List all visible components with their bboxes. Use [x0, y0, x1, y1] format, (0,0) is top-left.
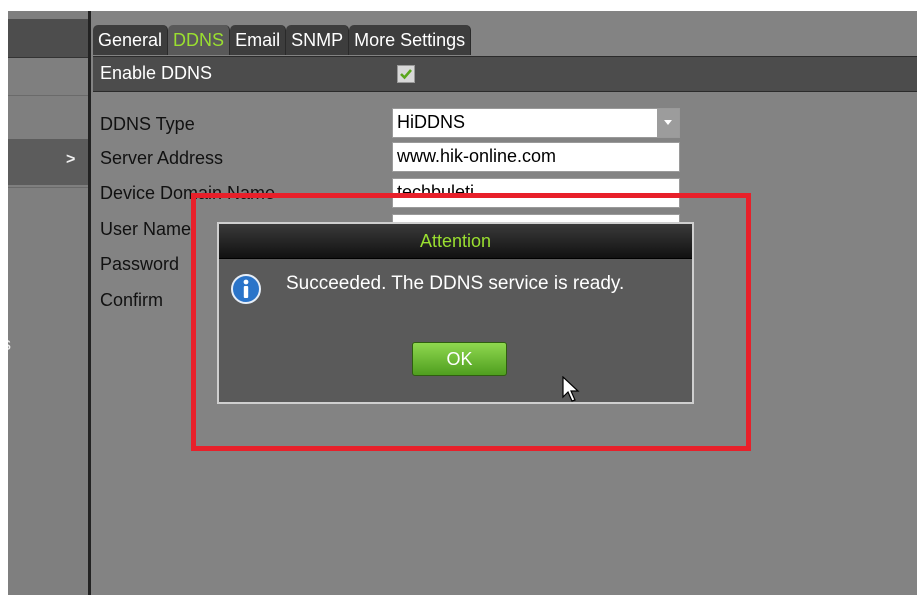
- info-icon: [231, 274, 261, 304]
- server-address-label: Server Address: [100, 148, 224, 168]
- dialog-title: Attention: [219, 224, 692, 259]
- attention-dialog: Attention Succeeded. The DDNS service is…: [217, 222, 694, 404]
- server-address-value: www.hik-online.com: [397, 146, 557, 166]
- dialog-message: Succeeded. The DDNS service is ready.: [286, 273, 625, 294]
- mouse-pointer-icon: [562, 376, 580, 402]
- sidebar-item-network[interactable]: [8, 139, 88, 185]
- chevron-down-icon[interactable]: [657, 109, 679, 137]
- ddns-type-select[interactable]: HiDDNS: [392, 108, 680, 138]
- ddns-type-label: DDNS Type: [100, 114, 195, 134]
- sidebar-item-label: s: [8, 334, 11, 355]
- user-name-label: User Name: [100, 219, 192, 239]
- confirm-label: Confirm: [100, 290, 164, 310]
- sidebar-divider: [8, 95, 88, 96]
- tab-email[interactable]: Email: [230, 25, 287, 55]
- tab-bar: General DDNS Email SNMP More Settings: [93, 21, 472, 55]
- enable-ddns-label: Enable DDNS: [100, 63, 213, 83]
- sidebar-divider: [8, 187, 88, 188]
- checkmark-icon: [400, 69, 412, 80]
- tab-ddns[interactable]: DDNS: [168, 25, 231, 55]
- ddns-type-value: HiDDNS: [397, 112, 466, 132]
- tab-snmp[interactable]: SNMP: [286, 25, 350, 55]
- chevron-right-icon: >: [66, 151, 76, 168]
- sidebar-header: [8, 19, 88, 58]
- sidebar: > s: [8, 11, 91, 595]
- password-label: Password: [100, 254, 180, 274]
- server-address-input[interactable]: www.hik-online.com: [392, 142, 680, 172]
- enable-ddns-checkbox[interactable]: [397, 65, 415, 83]
- tab-general[interactable]: General: [93, 25, 169, 55]
- tab-more-settings[interactable]: More Settings: [349, 25, 472, 55]
- ok-button[interactable]: OK: [412, 342, 507, 376]
- nvr-screen: > s General DDNS Email SNMP More Setting…: [8, 11, 917, 595]
- enable-ddns-row: Enable DDNS: [93, 56, 917, 92]
